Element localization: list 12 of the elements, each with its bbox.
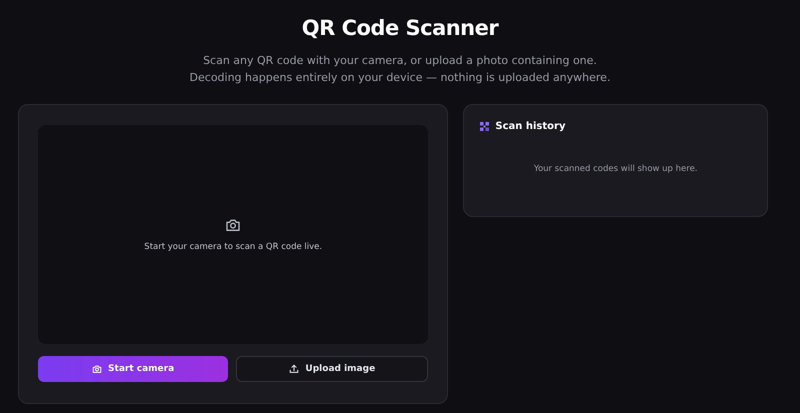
camera-hint: Start your camera to scan a QR code live. bbox=[144, 242, 322, 252]
subtitle-line: Decoding happens entirely on your device — nothing is uploaded anywhere. bbox=[190, 70, 610, 85]
qr-icon bbox=[480, 122, 490, 131]
page-title: QR Code Scanner bbox=[302, 15, 498, 42]
subtitle-line: Scan any QR code with your camera, or upload a photo containing one. bbox=[203, 53, 597, 68]
empty-message: Your scanned codes will show up here. bbox=[532, 164, 699, 174]
camera-icon bbox=[92, 364, 102, 374]
camera-icon bbox=[225, 217, 242, 233]
history-title: Scan history bbox=[495, 121, 566, 132]
upload-image-button[interactable]: Upload image bbox=[236, 356, 428, 382]
upload-icon bbox=[289, 364, 300, 374]
start-camera-button[interactable]: Start camera bbox=[38, 356, 228, 382]
